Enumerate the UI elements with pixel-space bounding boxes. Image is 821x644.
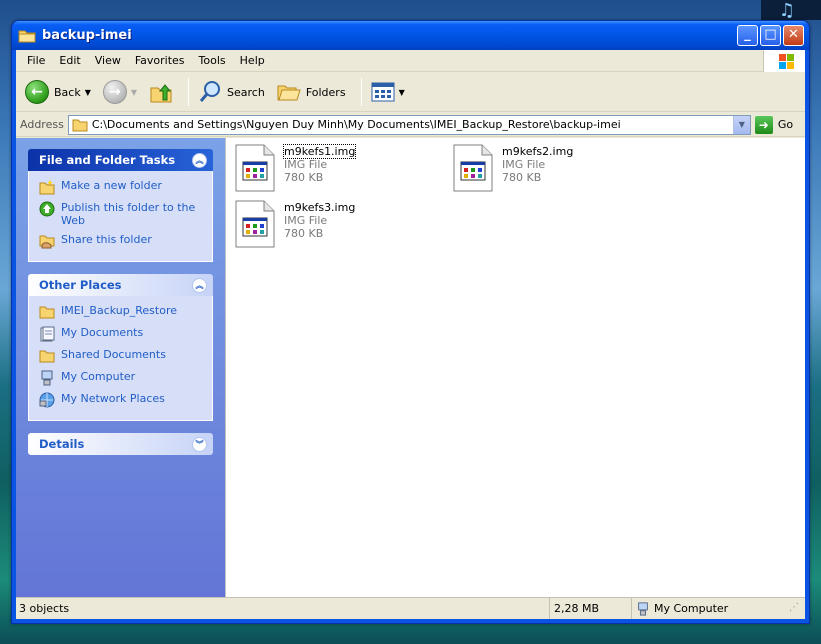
status-bar: 3 objects 2,28 MB My Computer ⋰ (16, 597, 805, 619)
file-name: m9kefs3.img (284, 201, 356, 214)
address-path: C:\Documents and Settings\Nguyen Duy Min… (91, 118, 621, 131)
file-item[interactable]: m9kefs2.img IMG File 780 KB (453, 144, 574, 192)
file-name: m9kefs2.img (502, 145, 574, 158)
make-new-folder-link[interactable]: Make a new folder (39, 179, 204, 195)
menu-help[interactable]: Help (233, 54, 272, 67)
menu-file[interactable]: File (20, 54, 52, 67)
minimize-button[interactable]: _ (737, 25, 758, 46)
folders-icon (277, 85, 301, 101)
my-computer-icon (41, 370, 53, 386)
new-folder-icon (39, 180, 55, 195)
views-dropdown-icon[interactable]: ▼ (399, 88, 405, 97)
place-my-network-places[interactable]: My Network Places (39, 392, 204, 408)
menu-tools[interactable]: Tools (192, 54, 233, 67)
resize-grip-icon[interactable]: ⋰ (789, 602, 803, 616)
collapse-icon[interactable]: ︽ (192, 152, 207, 168)
place-imei-backup-restore[interactable]: IMEI_Backup_Restore (39, 304, 204, 320)
menu-bar: File Edit View Favorites Tools Help (16, 50, 805, 72)
window-title: backup-imei (42, 28, 132, 43)
task-pane: File and Folder Tasks ︽ Make a new folde… (16, 138, 225, 597)
windows-logo-icon (763, 50, 805, 72)
place-my-computer[interactable]: My Computer (39, 370, 204, 386)
status-object-count: 3 objects (19, 602, 70, 615)
address-bar: Address C:\Documents and Settings\Nguyen… (16, 113, 805, 137)
menu-view[interactable]: View (88, 54, 128, 67)
file-size: 780 KB (502, 171, 542, 184)
publish-folder-link[interactable]: Publish this folder to the Web (39, 201, 204, 227)
img-file-icon (235, 144, 275, 192)
close-button[interactable]: ✕ (783, 25, 804, 46)
music-note-icon: ♫ (778, 0, 795, 21)
address-input[interactable]: C:\Documents and Settings\Nguyen Duy Min… (67, 114, 751, 135)
go-button[interactable]: ➜ Go (754, 115, 793, 134)
file-item[interactable]: m9kefs1.img IMG File 780 KB (235, 144, 357, 192)
share-folder-link[interactable]: Share this folder (39, 233, 204, 249)
expand-icon[interactable]: ︾ (192, 436, 207, 452)
img-file-icon (235, 200, 275, 248)
file-type: IMG File (502, 158, 546, 171)
folder-icon (39, 350, 55, 363)
file-folder-tasks-group: File and Folder Tasks ︽ Make a new folde… (28, 149, 213, 262)
address-dropdown-icon[interactable]: ▼ (732, 115, 750, 134)
back-dropdown-icon[interactable]: ▼ (85, 88, 91, 97)
address-label: Address (20, 118, 64, 131)
file-size: 780 KB (284, 171, 324, 184)
folder-icon (18, 29, 36, 43)
share-folder-icon (39, 235, 55, 249)
search-icon (199, 81, 221, 102)
file-name: m9kefs1.img (282, 144, 357, 159)
views-icon (371, 82, 395, 102)
network-places-icon (39, 392, 55, 408)
place-my-documents[interactable]: My Documents (39, 326, 204, 342)
other-places-header[interactable]: Other Places ︽ (28, 274, 213, 296)
views-button[interactable]: ▼ (368, 77, 408, 107)
status-zone: My Computer (631, 598, 789, 619)
maximize-button[interactable]: □ (760, 25, 781, 46)
file-type: IMG File (284, 214, 328, 227)
file-item[interactable]: m9kefs3.img IMG File 780 KB (235, 200, 356, 248)
status-total-size: 2,28 MB (549, 598, 631, 619)
forward-arrow-icon: → (102, 80, 127, 104)
folder-icon (39, 306, 55, 319)
up-folder-icon (150, 84, 172, 103)
folders-button[interactable]: Folders (274, 77, 349, 107)
file-type: IMG File (284, 158, 328, 171)
standard-toolbar: ← Back ▼ → ▼ Search Folders ▼ (16, 73, 805, 112)
file-size: 780 KB (284, 227, 324, 240)
back-arrow-icon: ← (25, 80, 49, 104)
place-shared-documents[interactable]: Shared Documents (39, 348, 204, 364)
title-bar[interactable]: backup-imei _ □ ✕ (12, 21, 809, 50)
publish-web-icon (39, 201, 55, 217)
go-arrow-icon: ➜ (754, 115, 773, 134)
other-places-group: Other Places ︽ IMEI_Backup_Restore My Do… (28, 274, 213, 421)
file-folder-tasks-header[interactable]: File and Folder Tasks ︽ (28, 149, 213, 171)
menu-favorites[interactable]: Favorites (128, 54, 192, 67)
explorer-window: backup-imei _ □ ✕ File Edit View Favorit… (11, 20, 810, 624)
my-computer-icon (638, 601, 648, 616)
details-group: Details ︾ (28, 433, 213, 455)
file-list[interactable]: m9kefs1.img IMG File 780 KB m9kefs2.img … (225, 138, 805, 597)
forward-button[interactable]: → ▼ (100, 77, 140, 107)
folder-icon (72, 119, 88, 131)
details-header[interactable]: Details ︾ (28, 433, 213, 455)
collapse-icon[interactable]: ︽ (192, 277, 207, 293)
menu-edit[interactable]: Edit (52, 54, 87, 67)
up-folder-button[interactable] (146, 77, 176, 107)
search-button[interactable]: Search (195, 77, 268, 107)
back-button[interactable]: ← Back ▼ (22, 77, 94, 107)
my-documents-icon (40, 326, 55, 342)
forward-dropdown-icon[interactable]: ▼ (131, 88, 137, 97)
img-file-icon (453, 144, 493, 192)
